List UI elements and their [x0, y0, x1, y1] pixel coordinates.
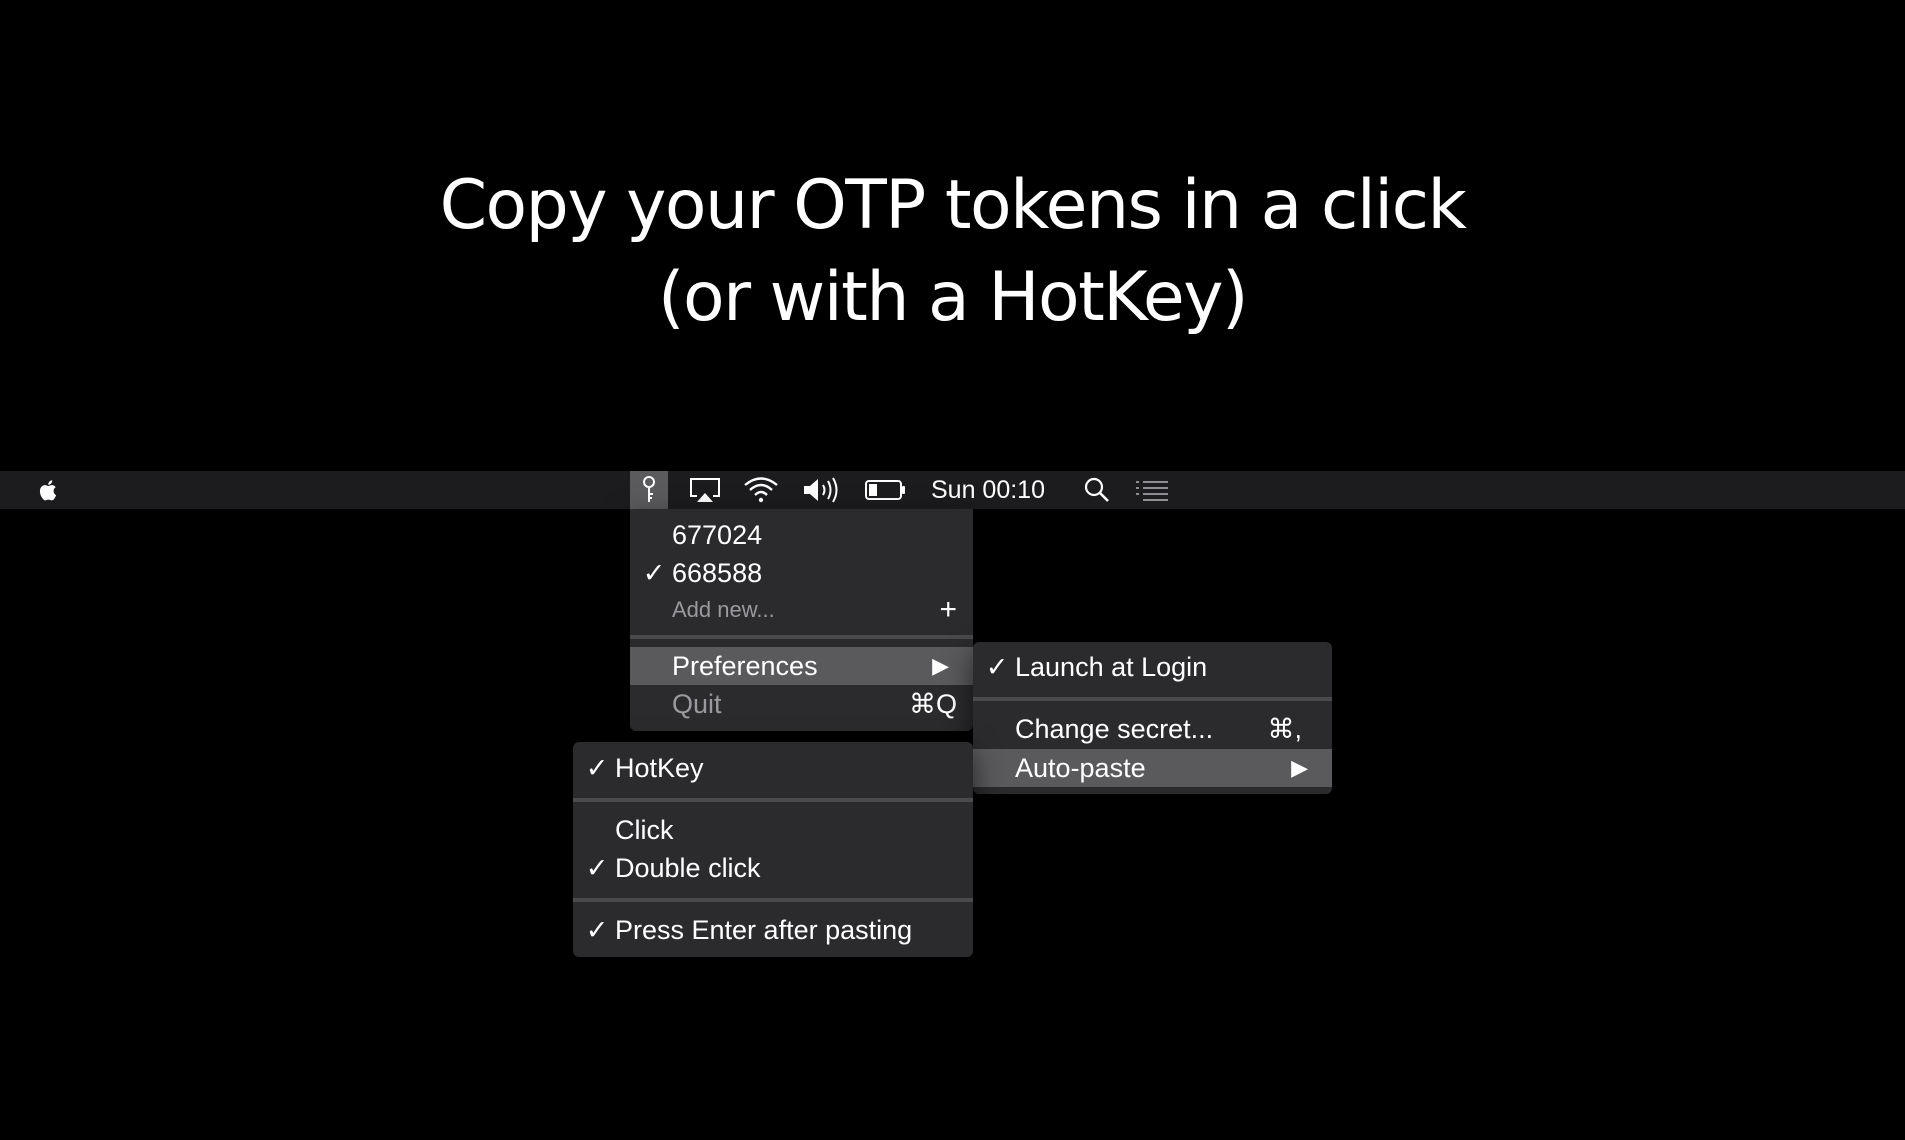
plus-icon: +	[939, 593, 957, 626]
token-item[interactable]: ✓ 668588	[630, 554, 973, 592]
double-click-item[interactable]: ✓ Double click	[573, 849, 973, 887]
preferences-submenu: ✓ Launch at Login Change secret... ⌘, Au…	[973, 642, 1332, 794]
quit-label: Quit	[672, 689, 722, 719]
headline-line-2: (or with a HotKey)	[657, 258, 1249, 337]
menu-separator	[573, 898, 973, 902]
headline: Copy your OTP tokens in a click (or with…	[0, 160, 1905, 344]
quit-shortcut: ⌘Q	[908, 689, 957, 719]
checkmark-icon: ✓	[585, 753, 609, 783]
battery-icon[interactable]	[863, 471, 909, 509]
change-secret-label: Change secret...	[1015, 714, 1214, 744]
menu-separator	[573, 798, 973, 802]
token-item[interactable]: 677024	[630, 516, 973, 554]
checkmark-icon: ✓	[985, 652, 1009, 682]
auto-paste-label: Auto-paste	[1015, 753, 1146, 783]
volume-icon[interactable]	[801, 471, 843, 509]
token-code: 677024	[672, 520, 763, 550]
click-item[interactable]: Click	[573, 811, 973, 849]
token-code: 668588	[672, 558, 763, 588]
click-label: Click	[615, 815, 674, 845]
submenu-arrow-icon: ▶	[1291, 755, 1308, 780]
change-secret-item[interactable]: Change secret... ⌘,	[973, 710, 1332, 748]
auto-paste-submenu: ✓ HotKey Click ✓ Double click ✓ Press En…	[573, 742, 973, 957]
airplay-icon[interactable]	[686, 471, 724, 509]
press-enter-label: Press Enter after pasting	[615, 915, 913, 945]
checkmark-icon: ✓	[642, 558, 666, 588]
preferences-label: Preferences	[672, 651, 818, 681]
list-icon[interactable]	[1133, 471, 1171, 509]
checkmark-icon: ✓	[585, 853, 609, 883]
wifi-icon[interactable]	[742, 471, 780, 509]
double-click-label: Double click	[615, 853, 761, 883]
quit-item[interactable]: Quit ⌘Q	[630, 685, 973, 723]
press-enter-item[interactable]: ✓ Press Enter after pasting	[573, 911, 973, 949]
submenu-arrow-icon: ▶	[932, 653, 949, 678]
apple-logo-icon[interactable]	[36, 477, 62, 503]
menu-separator	[630, 635, 973, 639]
key-icon[interactable]	[630, 471, 668, 509]
preferences-item[interactable]: Preferences ▶	[630, 647, 973, 685]
menu-separator	[973, 697, 1332, 701]
search-icon[interactable]	[1081, 471, 1113, 509]
change-secret-shortcut: ⌘,	[1267, 714, 1302, 744]
launch-at-login-item[interactable]: ✓ Launch at Login	[973, 648, 1332, 686]
menu-bar: Sun 00:10	[0, 471, 1905, 509]
launch-at-login-label: Launch at Login	[1015, 652, 1208, 682]
add-new-label: Add new...	[672, 597, 775, 622]
add-new-item[interactable]: Add new... +	[630, 591, 973, 629]
otp-menu: 677024 ✓ 668588 Add new... + Preferences…	[630, 509, 973, 731]
headline-line-1: Copy your OTP tokens in a click	[439, 166, 1467, 245]
hotkey-label: HotKey	[615, 753, 704, 783]
hotkey-item[interactable]: ✓ HotKey	[573, 749, 973, 787]
auto-paste-item[interactable]: Auto-paste ▶	[973, 749, 1332, 787]
checkmark-icon: ✓	[585, 915, 609, 945]
menubar-clock[interactable]: Sun 00:10	[931, 471, 1045, 509]
